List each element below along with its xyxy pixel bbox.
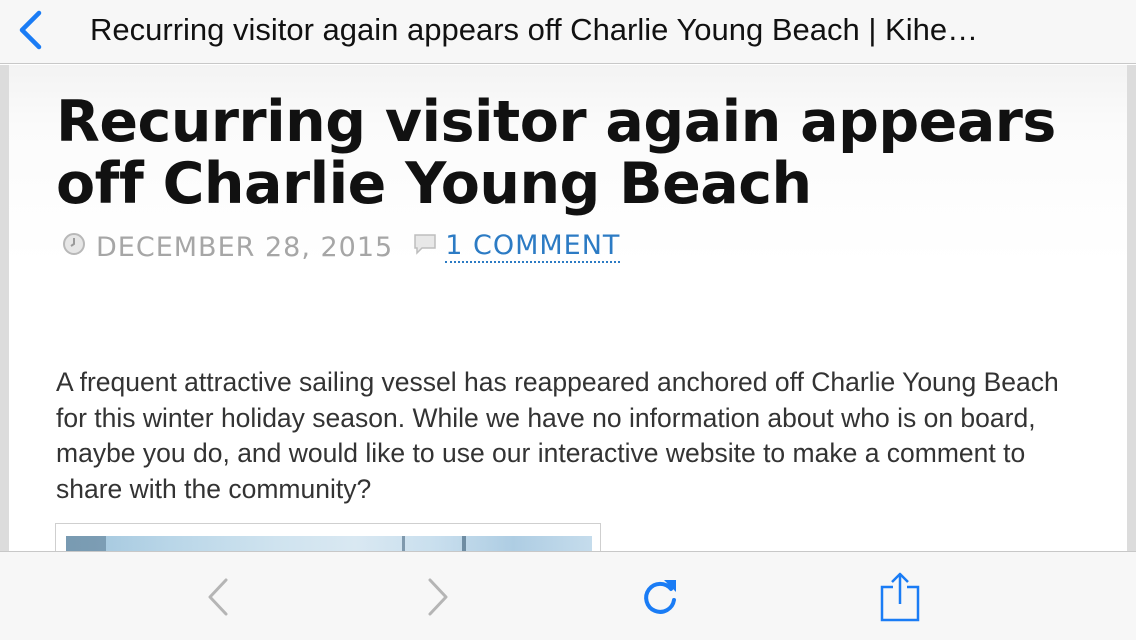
- comment-bubble-icon: [414, 234, 436, 255]
- article-image[interactable]: [66, 536, 592, 551]
- share-icon: [880, 572, 920, 622]
- chevron-left-icon: [19, 10, 42, 50]
- reload-button[interactable]: [638, 574, 682, 620]
- article-title: Recurring visitor again appears off Char…: [56, 89, 1056, 217]
- forward-nav-button[interactable]: [416, 574, 460, 620]
- image-mast: [402, 536, 405, 551]
- back-icon: [208, 578, 228, 616]
- image-shade: [66, 536, 106, 551]
- back-nav-button[interactable]: [196, 574, 240, 620]
- web-content[interactable]: Recurring visitor again appears off Char…: [0, 65, 1136, 551]
- reload-icon: [644, 580, 676, 614]
- article-image-frame: [55, 523, 601, 551]
- image-mast: [462, 536, 466, 551]
- article-body: A frequent attractive sailing vessel has…: [56, 367, 1059, 504]
- post-meta: DECEMBER 28, 2015 1 COMMENT: [62, 230, 621, 264]
- back-button[interactable]: [10, 8, 50, 52]
- page-title: Recurring visitor again appears off Char…: [90, 12, 979, 47]
- clock-icon: [63, 233, 85, 255]
- comments-link[interactable]: 1 COMMENT: [445, 231, 621, 263]
- share-button[interactable]: [878, 572, 922, 622]
- bottom-toolbar: [0, 551, 1136, 640]
- right-border: [1127, 65, 1136, 551]
- navigation-bar: Recurring visitor again appears off Char…: [0, 0, 1136, 64]
- post-date: DECEMBER 28, 2015: [96, 231, 394, 263]
- left-border: [0, 65, 9, 551]
- forward-icon: [428, 578, 448, 616]
